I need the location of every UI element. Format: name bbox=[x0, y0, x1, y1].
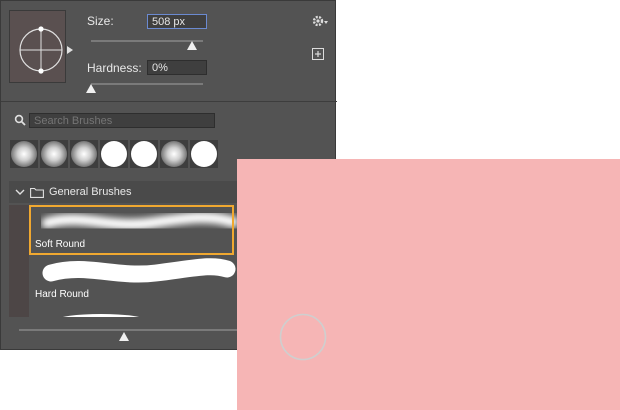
preview-size-slider-track[interactable] bbox=[19, 329, 237, 331]
soft-brush-swatch-icon bbox=[41, 141, 67, 167]
gear-icon[interactable] bbox=[311, 14, 329, 28]
recent-brush-swatch[interactable] bbox=[100, 140, 128, 168]
hardness-label: Hardness: bbox=[87, 61, 142, 75]
recent-brush-swatch[interactable] bbox=[160, 140, 188, 168]
brush-group-name: General Brushes bbox=[49, 186, 132, 198]
selected-brush-outline bbox=[29, 205, 234, 255]
hardness-input[interactable]: 0% bbox=[147, 60, 207, 75]
brush-cursor-icon bbox=[279, 313, 327, 361]
recent-brush-swatch[interactable] bbox=[130, 140, 158, 168]
recent-brushes-row bbox=[10, 140, 220, 170]
soft-brush-swatch-icon bbox=[11, 141, 37, 167]
hard-round-stroke-preview bbox=[42, 258, 236, 283]
divider bbox=[1, 101, 337, 102]
soft-brush-swatch-icon bbox=[161, 141, 187, 167]
recent-brush-swatch[interactable] bbox=[190, 140, 218, 168]
hardness-slider-track[interactable] bbox=[91, 83, 203, 85]
recent-brush-swatch[interactable] bbox=[40, 140, 68, 168]
hard-brush-swatch-icon bbox=[131, 141, 157, 167]
chevron-down-icon[interactable] bbox=[15, 189, 25, 197]
hard-brush-swatch-icon bbox=[191, 141, 217, 167]
brush-tip-preview[interactable] bbox=[9, 10, 66, 83]
size-label: Size: bbox=[87, 14, 114, 28]
brush-item-label: Hard Round bbox=[35, 289, 89, 300]
folder-icon bbox=[30, 187, 44, 198]
hard-brush-swatch-icon bbox=[101, 141, 127, 167]
search-icon bbox=[14, 114, 26, 126]
search-input[interactable] bbox=[29, 113, 215, 128]
new-preset-icon[interactable] bbox=[312, 48, 324, 60]
partial-stroke-preview bbox=[62, 314, 140, 317]
size-slider-handle[interactable] bbox=[186, 41, 197, 50]
brush-angle-icon[interactable] bbox=[9, 10, 66, 83]
hardness-slider-handle[interactable] bbox=[86, 84, 96, 93]
preview-arrow-icon bbox=[67, 46, 73, 54]
document-canvas[interactable] bbox=[237, 159, 620, 410]
recent-brush-swatch[interactable] bbox=[70, 140, 98, 168]
preview-size-slider-handle[interactable] bbox=[119, 332, 129, 341]
soft-brush-swatch-icon bbox=[71, 141, 97, 167]
list-left-rail bbox=[9, 205, 29, 317]
recent-brush-swatch[interactable] bbox=[10, 140, 38, 168]
size-input[interactable]: 508 px bbox=[147, 14, 207, 29]
